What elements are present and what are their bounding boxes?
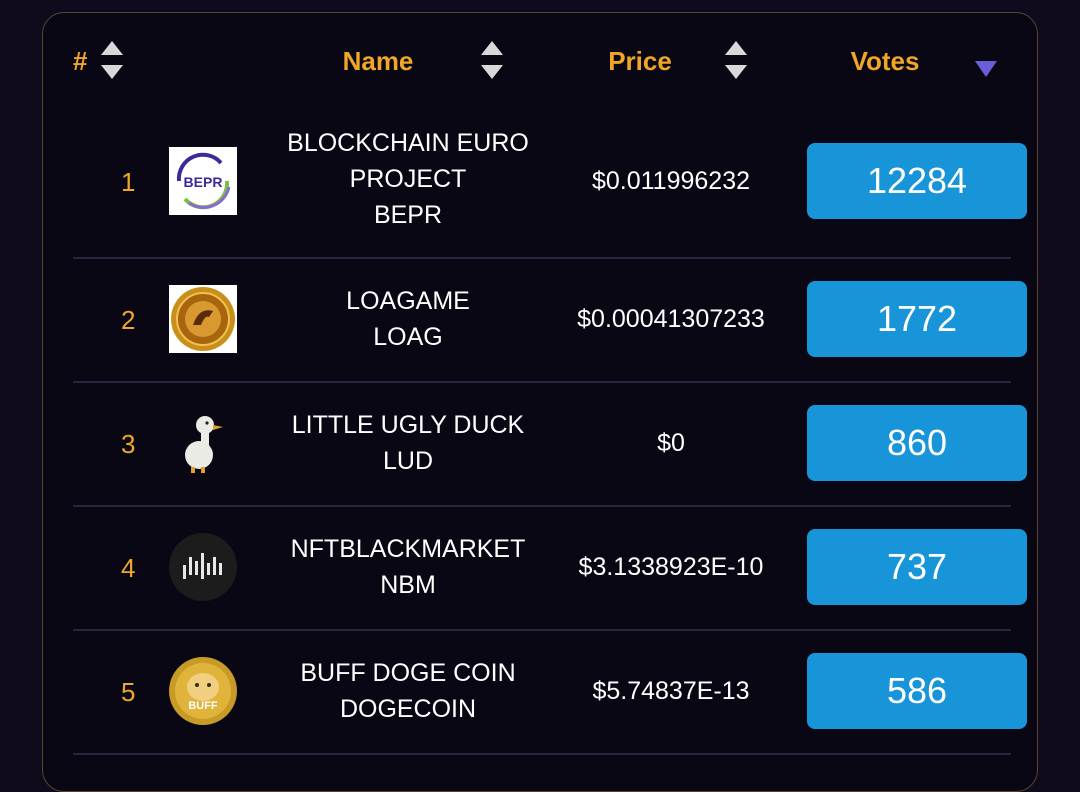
bepr-logo-icon: BEPR — [169, 147, 237, 215]
price-sort-icon[interactable] — [725, 41, 747, 81]
rank-header[interactable]: # — [73, 43, 87, 79]
table-row[interactable]: 4 NFTBLACKMARKET NBM $3.1338923E-10 737 — [73, 507, 1027, 631]
coin-name-cell[interactable]: BLOCKCHAIN EURO PROJECT BEPR — [267, 125, 549, 233]
vote-button[interactable]: 586 — [807, 653, 1027, 729]
table-row[interactable]: 2 LOAGAME LOAG $0.00041307233 1772 — [73, 259, 1027, 383]
rank-cell: 5 — [121, 677, 136, 707]
price-cell: $0.00041307233 — [577, 305, 765, 333]
name-sort-icon[interactable] — [481, 41, 503, 81]
svg-text:BUFF: BUFF — [188, 700, 218, 712]
table-row[interactable]: 3 LITTLE UGLY DUCK LUD $0 860 — [73, 383, 1027, 507]
coin-symbol: LOAG — [373, 323, 443, 351]
loagame-logo-icon — [169, 285, 237, 353]
svg-text:BEPR: BEPR — [184, 174, 223, 190]
price-cell: $3.1338923E-10 — [578, 553, 764, 581]
coin-symbol: DOGECOIN — [339, 695, 477, 723]
coin-ranking-table: # Name Price Votes 1 BEPR BLOCKCHAIN EUR… — [42, 12, 1038, 792]
coin-name-cell[interactable]: NFTBLACKMARKET NBM — [267, 531, 549, 603]
duck-logo-icon — [169, 409, 237, 477]
votes-sort-desc-icon[interactable] — [975, 61, 997, 81]
vote-button[interactable]: 1772 — [807, 281, 1027, 357]
rank-cell: 2 — [121, 305, 136, 335]
coin-name-cell[interactable]: LITTLE UGLY DUCK LUD — [267, 407, 549, 479]
table-row[interactable]: 1 BEPR BLOCKCHAIN EURO PROJECT BEPR $0.0… — [73, 113, 1027, 259]
coin-name-line1: BUFF DOGE COIN — [300, 659, 516, 687]
coin-name-line1: LOAGAME — [346, 287, 470, 315]
price-cell: $0.011996232 — [591, 167, 751, 195]
vote-button[interactable]: 12284 — [807, 143, 1027, 219]
coin-name-line1: BLOCKCHAIN EURO — [287, 129, 529, 157]
votes-header[interactable]: Votes — [833, 43, 937, 79]
vote-button[interactable]: 737 — [807, 529, 1027, 605]
table-header: # Name Price Votes — [43, 13, 1037, 113]
rank-cell: 1 — [121, 167, 136, 197]
rank-cell: 4 — [121, 553, 136, 583]
buffdoge-logo-icon: BUFF — [169, 657, 237, 725]
price-header[interactable]: Price — [573, 43, 707, 79]
vote-button[interactable]: 860 — [807, 405, 1027, 481]
price-cell: $5.74837E-13 — [592, 677, 750, 705]
rank-cell: 3 — [121, 429, 136, 459]
rank-sort-icon[interactable] — [101, 41, 123, 81]
coin-name-cell[interactable]: BUFF DOGE COIN DOGECOIN — [267, 655, 549, 727]
coin-name-line1: NFTBLACKMARKET — [290, 535, 526, 563]
coin-symbol: LUD — [382, 447, 433, 475]
table-row[interactable]: 5 BUFF BUFF DOGE COIN DOGECOIN $5.74837E… — [73, 631, 1027, 755]
coin-name-cell[interactable]: LOAGAME LOAG — [267, 283, 549, 355]
coin-symbol: NBM — [380, 571, 436, 599]
name-header[interactable]: Name — [273, 43, 483, 79]
coin-symbol: BEPR — [373, 201, 443, 229]
nbm-logo-icon — [169, 533, 237, 601]
coin-name-line2: PROJECT — [349, 165, 467, 193]
price-cell: $0 — [657, 429, 685, 457]
coin-name-line1: LITTLE UGLY DUCK — [291, 411, 525, 439]
